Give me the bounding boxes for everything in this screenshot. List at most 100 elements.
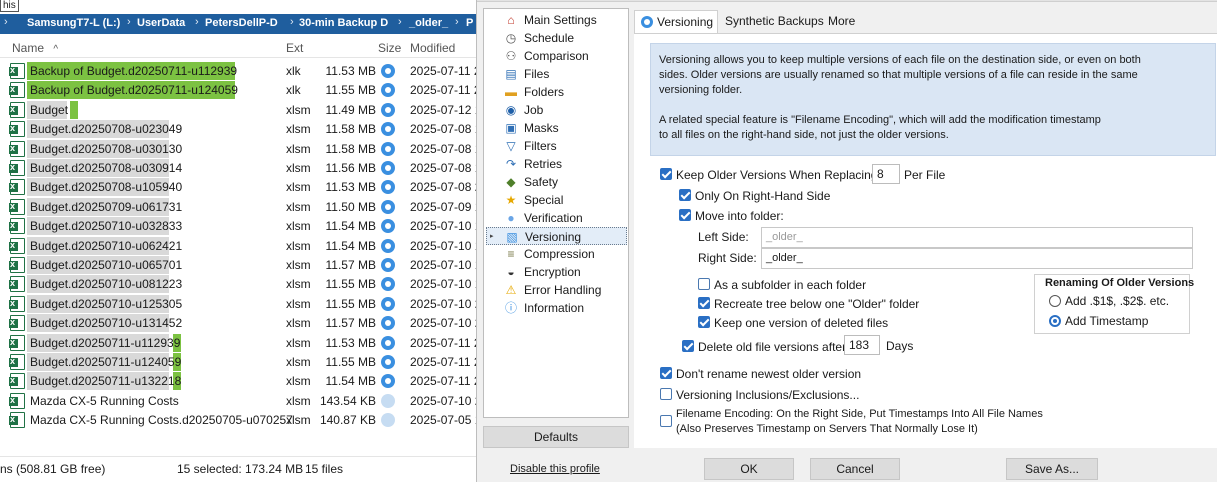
file-row[interactable]: Budget.d20250710-u131452 xlsm 11.57 MB 2025… bbox=[0, 314, 476, 333]
file-row[interactable]: Backup of Budget.d20250711-u112939 xlk 11.… bbox=[0, 62, 476, 81]
file-name[interactable]: Budget.d20250708-u105940 bbox=[30, 180, 182, 194]
save-as-button[interactable]: Save As... bbox=[1006, 458, 1098, 480]
move-into-folder-checkbox[interactable] bbox=[679, 209, 691, 221]
nav-item-special[interactable]: ★ Special bbox=[486, 191, 627, 209]
file-row[interactable]: Budget.d20250709-u061731 xlsm 11.50 MB 2025… bbox=[0, 197, 476, 217]
nav-item-information[interactable]: ⓘ Information bbox=[486, 299, 627, 317]
breadcrumb-userdata[interactable]: UserData bbox=[137, 17, 185, 29]
nav-item-safety[interactable]: ◆ Safety bbox=[486, 173, 627, 191]
column-size[interactable]: Size bbox=[378, 41, 401, 55]
cancel-button[interactable]: Cancel bbox=[810, 458, 900, 480]
nav-item-schedule[interactable]: ◷ Schedule bbox=[486, 29, 627, 47]
dont-rename-newest-checkbox[interactable] bbox=[660, 367, 672, 379]
subfolder-checkbox[interactable] bbox=[698, 278, 710, 290]
breadcrumb-backup[interactable]: 30-min Backup D bbox=[299, 17, 388, 29]
nav-item-versioning[interactable]: ▸ ▧ Versioning bbox=[486, 227, 627, 245]
right-side-folder-input[interactable]: _older_ bbox=[761, 248, 1193, 269]
ok-button[interactable]: OK bbox=[704, 458, 794, 480]
column-name[interactable]: Name ^ bbox=[12, 41, 58, 55]
file-size: 11.57 MB bbox=[325, 258, 376, 272]
inclusions-label[interactable]: Versioning Inclusions/Exclusions... bbox=[676, 388, 859, 402]
nav-item-files[interactable]: ▤ Files bbox=[486, 65, 627, 83]
file-row[interactable]: Budget xlsm 11.49 MB 2025-07-12 1 bbox=[0, 100, 476, 120]
address-bar[interactable]: › SamsungT7-L (L:) › UserData › PetersDe… bbox=[0, 14, 476, 34]
nav-item-error-handling[interactable]: ⚠ Error Handling bbox=[486, 281, 627, 299]
nav-item-main-settings[interactable]: ⌂ Main Settings bbox=[486, 11, 627, 29]
nav-item-compression[interactable]: ≡ Compression bbox=[486, 245, 627, 263]
file-row[interactable]: Budget.d20250711-u112939 xlsm 11.53 MB 2025… bbox=[0, 333, 476, 353]
keep-older-count-input[interactable]: 8 bbox=[872, 164, 900, 184]
file-name[interactable]: Budget.d20250711-u124059 bbox=[30, 355, 181, 369]
nav-item-folders[interactable]: ▬ Folders bbox=[486, 83, 627, 101]
file-row[interactable]: Budget.d20250710-u081223 xlsm 11.55 MB 2025… bbox=[0, 275, 476, 294]
recreate-tree-checkbox[interactable] bbox=[698, 297, 710, 309]
nav-item-masks[interactable]: ▣ Masks bbox=[486, 119, 627, 137]
file-row[interactable]: Budget.d20250708-u030914 xlsm 11.56 MB 2025… bbox=[0, 159, 476, 178]
column-modified[interactable]: Modified bbox=[410, 41, 455, 55]
delete-old-checkbox[interactable] bbox=[682, 340, 694, 352]
file-name[interactable]: Budget.d20250710-u125305 bbox=[30, 297, 182, 311]
nav-item-retries[interactable]: ↷ Retries bbox=[486, 155, 627, 173]
breadcrumb-computer[interactable]: PetersDellP-D bbox=[205, 17, 278, 29]
file-name[interactable]: Budget.d20250710-u062421 bbox=[30, 239, 182, 253]
file-row[interactable]: Budget.d20250710-u125305 xlsm 11.55 MB 2025… bbox=[0, 294, 476, 314]
left-side-folder-input[interactable]: _older_ bbox=[761, 227, 1193, 248]
nav-item-job[interactable]: ◉ Job bbox=[486, 101, 627, 119]
file-name[interactable]: Backup of Budget.d20250711-u112939 bbox=[30, 64, 237, 78]
keep-older-checkbox[interactable] bbox=[660, 168, 672, 180]
nav-item-verification[interactable]: ● Verification bbox=[486, 209, 627, 227]
nav-item-encryption[interactable]: ◒ Encryption bbox=[486, 263, 627, 281]
filename-encoding-checkbox[interactable] bbox=[660, 415, 672, 427]
breadcrumb-next[interactable]: P bbox=[466, 17, 473, 29]
sync-status-icon bbox=[381, 238, 395, 253]
file-modified: 2025-07-11 2 bbox=[410, 335, 476, 350]
file-name[interactable]: Budget.d20250708-u023049 bbox=[30, 122, 182, 136]
file-row[interactable]: Budget.d20250710-u065701 xlsm 11.57 MB 2025… bbox=[0, 256, 476, 275]
tab-versioning[interactable]: Versioning bbox=[634, 10, 718, 33]
file-row[interactable]: Backup of Budget.d20250711-u124059 xlk 11.… bbox=[0, 81, 476, 100]
file-row[interactable]: Budget.d20250710-u032833 xlsm 11.54 MB 2025… bbox=[0, 217, 476, 236]
inclusions-checkbox[interactable] bbox=[660, 388, 672, 400]
file-name[interactable]: Budget.d20250709-u061731 bbox=[30, 200, 182, 214]
sort-up-icon: ^ bbox=[53, 44, 59, 55]
add-number-radio[interactable] bbox=[1049, 295, 1061, 307]
file-row[interactable]: Budget.d20250708-u023049 xlsm 11.58 MB 2025… bbox=[0, 120, 476, 139]
nav-item-comparison[interactable]: ⚇ Comparison bbox=[486, 47, 627, 65]
file-name[interactable]: Budget.d20250710-u081223 bbox=[30, 277, 182, 291]
file-name[interactable]: Budget bbox=[30, 103, 68, 117]
delete-old-label: Delete old file versions after bbox=[698, 340, 847, 354]
add-timestamp-radio[interactable] bbox=[1049, 315, 1061, 327]
file-name[interactable]: Budget.d20250708-u030130 bbox=[30, 142, 182, 156]
tab-synthetic-backups[interactable]: Synthetic Backups bbox=[725, 10, 824, 33]
file-row[interactable]: Budget.d20250710-u062421 xlsm 11.54 MB 2025… bbox=[0, 236, 476, 256]
file-name[interactable]: Backup of Budget.d20250711-u124059 bbox=[30, 83, 238, 97]
file-name[interactable]: Budget.d20250710-u032833 bbox=[30, 219, 182, 233]
file-row[interactable]: Budget.d20250711-u132218 xlsm 11.54 MB 2025… bbox=[0, 372, 476, 391]
file-row[interactable]: Budget.d20250708-u105940 xlsm 11.53 MB 2025… bbox=[0, 178, 476, 197]
breadcrumb-older[interactable]: _older_ bbox=[409, 17, 448, 29]
files-icon: ▤ bbox=[505, 67, 517, 81]
file-row[interactable]: Mazda CX-5 Running Costs xlsm 143.54 KB 202… bbox=[0, 392, 476, 411]
keep-deleted-checkbox[interactable] bbox=[698, 316, 710, 328]
breadcrumb-drive[interactable]: SamsungT7-L (L:) bbox=[27, 17, 120, 29]
defaults-button[interactable]: Defaults bbox=[483, 426, 629, 448]
excel-file-icon bbox=[9, 373, 25, 390]
nav-item-filters[interactable]: ▽ Filters bbox=[486, 137, 627, 155]
delete-old-days-input[interactable]: 183 bbox=[844, 335, 880, 355]
file-name[interactable]: Budget.d20250711-u132218 bbox=[30, 374, 181, 388]
right-side-only-checkbox[interactable] bbox=[679, 189, 691, 201]
file-row[interactable]: Budget.d20250711-u124059 xlsm 11.55 MB 2025… bbox=[0, 353, 476, 372]
file-name[interactable]: Budget.d20250708-u030914 bbox=[30, 161, 182, 175]
file-name[interactable]: Mazda CX-5 Running Costs bbox=[30, 394, 179, 408]
disable-profile-link[interactable]: Disable this profile bbox=[510, 463, 600, 475]
file-row[interactable]: Mazda CX-5 Running Costs.d20250705-u0702… bbox=[0, 411, 476, 430]
file-name[interactable]: Mazda CX-5 Running Costs.d20250705-u0702… bbox=[30, 413, 293, 427]
file-row[interactable]: Budget.d20250708-u030130 xlsm 11.58 MB 2025… bbox=[0, 139, 476, 159]
file-name[interactable]: Budget.d20250710-u065701 bbox=[30, 258, 182, 272]
file-name[interactable]: Budget.d20250711-u112939 bbox=[30, 336, 180, 350]
tab-more[interactable]: More bbox=[828, 10, 855, 33]
subfolder-label: As a subfolder in each folder bbox=[714, 278, 867, 292]
sync-status-icon bbox=[381, 199, 395, 214]
file-name[interactable]: Budget.d20250710-u131452 bbox=[30, 316, 182, 330]
column-ext[interactable]: Ext bbox=[286, 41, 303, 55]
